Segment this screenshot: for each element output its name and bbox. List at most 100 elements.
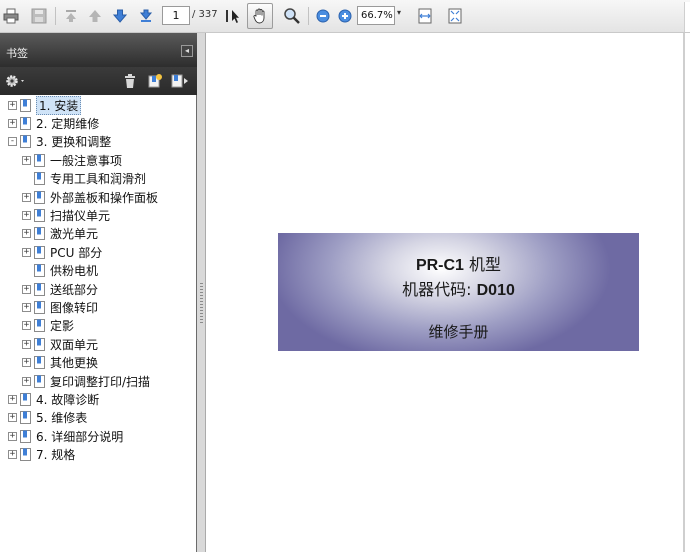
bookmark-label: 1. 安装 — [36, 95, 82, 115]
bookmark-icon — [34, 208, 45, 222]
bookmark-item[interactable]: + 外部盖板和操作面板 — [22, 188, 158, 206]
expand-node-icon[interactable]: + — [22, 376, 31, 386]
bookmark-icon — [20, 116, 31, 130]
first-page-icon[interactable] — [62, 6, 80, 26]
zoom-out-icon[interactable] — [315, 6, 331, 26]
bookmark-label: 外部盖板和操作面板 — [50, 190, 159, 205]
zoom-tool-icon[interactable] — [281, 6, 303, 26]
bookmark-item[interactable]: + 定影 — [22, 317, 74, 335]
expand-node-icon[interactable]: + — [22, 229, 31, 239]
expand-node-icon[interactable]: + — [8, 431, 17, 441]
splitter-grip-icon[interactable] — [200, 283, 203, 323]
select-tool-icon[interactable] — [225, 6, 243, 26]
expand-node-icon[interactable]: + — [22, 302, 31, 312]
bookmark-item[interactable]: + 一般注意事项 — [22, 151, 122, 169]
expand-node-icon[interactable]: + — [22, 339, 31, 349]
bookmark-item[interactable]: +1. 安装 — [8, 95, 82, 115]
printer-icon[interactable] — [2, 6, 20, 26]
bookmark-label: 一般注意事项 — [50, 153, 123, 168]
page-number-input[interactable]: 1 — [162, 6, 190, 25]
hand-tool-icon[interactable] — [247, 3, 273, 29]
cover-code-line: 机器代码: D010 — [278, 276, 639, 300]
bookmark-item[interactable]: + 其他更换 — [22, 354, 98, 372]
expand-node-icon[interactable]: + — [22, 284, 31, 294]
expand-node-icon[interactable]: + — [22, 210, 31, 220]
bookmark-label: 3. 更换和调整 — [36, 135, 112, 150]
bookmark-icon — [34, 172, 45, 186]
main-toolbar: 1 / 337 66.7% ▾ — [0, 0, 690, 33]
bookmark-item[interactable]: + 扫描仪单元 — [22, 206, 110, 224]
prev-page-icon[interactable] — [86, 6, 104, 26]
document-view[interactable]: PR-C1 机型 机器代码: D010 维修手册 — [206, 33, 684, 552]
expand-node-icon[interactable]: + — [22, 358, 31, 368]
bookmark-item[interactable]: +4. 故障诊断 — [8, 390, 99, 408]
bookmark-item[interactable]: +5. 维修表 — [8, 409, 87, 427]
fit-width-icon[interactable] — [416, 6, 434, 26]
bookmark-label: 6. 详细部分说明 — [36, 429, 124, 444]
bookmark-icon — [34, 245, 45, 259]
bookmark-icon — [34, 264, 45, 278]
options-gear-icon[interactable] — [5, 74, 27, 88]
bookmark-item[interactable]: 专用工具和润滑剂 — [22, 170, 146, 188]
zoom-dropdown-chevron-icon[interactable]: ▾ — [397, 8, 401, 17]
bookmark-icon — [20, 135, 31, 149]
zoom-in-icon[interactable] — [337, 6, 353, 26]
cover-code-prefix: 机器代码: — [402, 280, 477, 299]
bookmark-icon — [34, 190, 45, 204]
bookmark-label: 4. 故障诊断 — [36, 392, 100, 407]
cover-model-bold: PR-C1 — [415, 257, 464, 274]
bookmark-label: 其他更换 — [50, 356, 99, 371]
fit-page-icon[interactable] — [446, 6, 464, 26]
bookmark-label: 激光单元 — [50, 227, 99, 242]
new-bookmark-icon[interactable] — [148, 74, 162, 88]
bookmark-icon — [34, 374, 45, 388]
bookmarks-panel: 书签 ◂ +1. 安装 +2. 定期维修 - 3. 更换和调整 + 一般注意事项专用工具和… — [0, 33, 197, 552]
bookmark-item[interactable]: + PCU 部分 — [22, 243, 102, 261]
bookmark-item[interactable]: 供粉电机 — [22, 262, 98, 280]
bookmark-item[interactable]: + 图像转印 — [22, 298, 98, 316]
bookmark-icon — [20, 448, 31, 462]
last-page-icon[interactable] — [137, 6, 155, 26]
bookmark-icon — [34, 300, 45, 314]
collapse-panel-button[interactable]: ◂ — [181, 45, 193, 57]
expand-node-icon[interactable]: + — [8, 394, 17, 404]
bookmark-label: 图像转印 — [50, 300, 99, 315]
bookmark-item[interactable]: - 3. 更换和调整 — [8, 133, 111, 151]
bookmark-item[interactable]: + 复印调整打印/扫描 — [22, 372, 150, 390]
expand-bookmark-icon[interactable] — [171, 74, 189, 88]
expand-node-icon[interactable]: + — [8, 118, 17, 128]
expand-node-icon[interactable]: + — [22, 155, 31, 165]
bookmark-label: 复印调整打印/扫描 — [50, 374, 151, 389]
next-page-icon[interactable] — [111, 6, 129, 26]
page-total-label: / 337 — [192, 9, 218, 20]
delete-bookmark-icon[interactable] — [124, 74, 136, 88]
expand-node-icon[interactable]: + — [8, 413, 17, 423]
expand-node-icon[interactable]: + — [8, 100, 17, 110]
bookmark-icon — [34, 319, 45, 333]
expand-node-icon[interactable]: + — [8, 450, 17, 460]
cover-model-line: PR-C1 机型 — [278, 251, 639, 275]
bookmarks-panel-header: 书签 ◂ — [0, 33, 197, 67]
bookmark-label: 双面单元 — [50, 337, 99, 352]
bookmark-icon — [20, 98, 31, 112]
expand-node-icon[interactable]: + — [22, 321, 31, 331]
bookmark-label: 供粉电机 — [50, 264, 99, 279]
bookmark-label: 定影 — [50, 319, 75, 334]
cover-code-bold: D010 — [476, 282, 515, 299]
bookmark-item[interactable]: +2. 定期维修 — [8, 114, 99, 132]
save-icon[interactable] — [30, 6, 48, 26]
bookmark-item[interactable]: + 送纸部分 — [22, 280, 98, 298]
zoom-level-input[interactable]: 66.7% — [357, 6, 395, 25]
bookmark-item[interactable]: + 双面单元 — [22, 335, 98, 353]
bookmark-item[interactable]: + 激光单元 — [22, 225, 98, 243]
bookmark-icon — [20, 429, 31, 443]
expand-node-icon[interactable]: + — [22, 247, 31, 257]
panel-splitter[interactable] — [197, 33, 206, 552]
collapse-node-icon[interactable]: - — [8, 137, 17, 147]
expand-node-icon[interactable]: + — [22, 192, 31, 202]
bookmarks-tree: +1. 安装 +2. 定期维修 - 3. 更换和调整 + 一般注意事项专用工具和润滑剂 + 外… — [0, 95, 195, 550]
bookmark-icon — [34, 282, 45, 296]
bookmark-item[interactable]: +6. 详细部分说明 — [8, 427, 123, 445]
bookmark-label: 送纸部分 — [50, 282, 99, 297]
bookmark-item[interactable]: +7. 规格 — [8, 446, 75, 464]
